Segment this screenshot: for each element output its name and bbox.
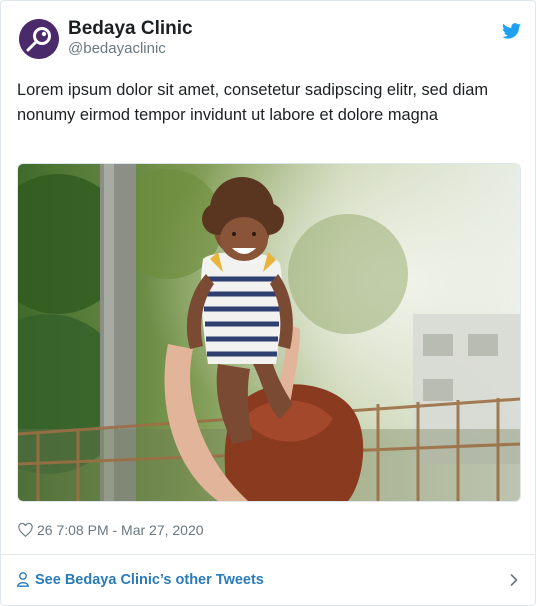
person-icon — [17, 572, 29, 587]
see-other-tweets-link[interactable]: See Bedaya Clinic’s other Tweets — [1, 555, 535, 605]
tweet-timestamp[interactable]: 7:08 PM - Mar 27, 2020 — [56, 522, 203, 538]
see-other-tweets-label: See Bedaya Clinic’s other Tweets — [35, 572, 264, 588]
photo-image — [18, 164, 520, 501]
twitter-bird-icon[interactable] — [502, 23, 521, 39]
embedded-tweet-card: Bedaya Clinic @bedayaclinic Lorem ipsum … — [0, 0, 536, 606]
tweet-meta: 26 7:08 PM - Mar 27, 2020 — [18, 520, 204, 540]
tweet-photo[interactable] — [17, 163, 521, 502]
author-names: Bedaya Clinic @bedayaclinic — [68, 18, 193, 58]
author-handle[interactable]: @bedayaclinic — [68, 40, 193, 58]
heart-icon[interactable] — [18, 523, 33, 537]
chevron-right-icon — [510, 574, 518, 586]
like-count[interactable]: 26 — [37, 522, 53, 538]
author-display-name[interactable]: Bedaya Clinic — [68, 18, 193, 40]
clinic-logo-icon — [19, 19, 59, 59]
avatar[interactable] — [19, 19, 59, 59]
tweet-text: Lorem ipsum dolor sit amet, consetetur s… — [17, 81, 488, 124]
tweet-header: Bedaya Clinic @bedayaclinic — [17, 18, 521, 60]
